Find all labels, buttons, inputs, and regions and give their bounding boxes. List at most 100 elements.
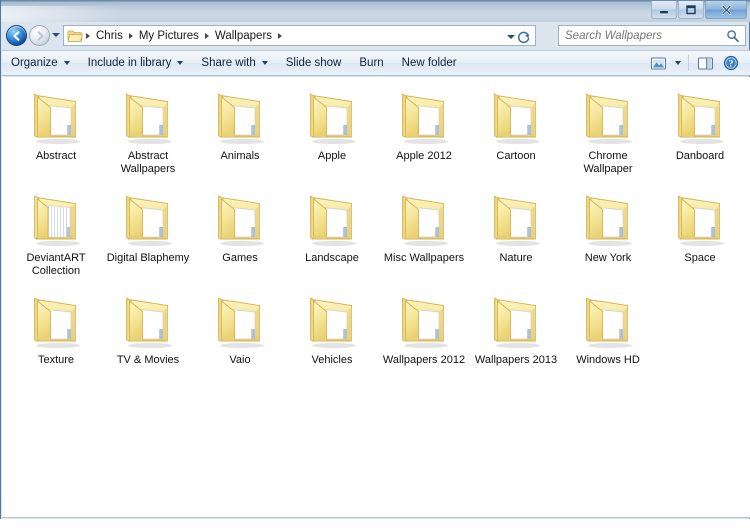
help-icon: ? — [723, 55, 739, 71]
folder-icon — [126, 297, 172, 349]
folder-label: TV & Movies — [116, 354, 180, 366]
maximize-button[interactable] — [678, 1, 704, 19]
search-box[interactable] — [558, 25, 746, 46]
breadcrumb-separator[interactable] — [86, 32, 90, 39]
folder-icon-wrap — [669, 85, 731, 147]
folder-item[interactable]: TV & Movies — [102, 287, 194, 389]
breadcrumb-separator[interactable] — [204, 32, 209, 39]
folder-icon — [218, 195, 264, 247]
folder-icon-wrap — [577, 187, 639, 249]
folder-label: Games — [222, 252, 258, 264]
close-button[interactable] — [705, 1, 747, 19]
folder-icon-wrap — [209, 187, 271, 249]
folder-item[interactable]: Space — [654, 185, 746, 287]
toolbar-item-new-folder[interactable]: New folder — [393, 52, 466, 74]
toolbar-label: Slide show — [285, 57, 342, 69]
folder-icon-wrap — [393, 289, 455, 351]
folder-item[interactable]: Digital Blaphemy — [102, 185, 194, 287]
folder-icon — [310, 93, 356, 145]
folder-item[interactable]: Vehicles — [286, 287, 378, 389]
folder-item[interactable]: Games — [194, 185, 286, 287]
folder-item[interactable]: Animals — [194, 83, 286, 185]
folder-item[interactable]: Cartoon — [470, 83, 562, 185]
folder-label: Wallpapers 2012 — [382, 354, 466, 366]
folder-item[interactable]: Nature — [470, 185, 562, 287]
file-list-view[interactable]: Abstract Abstract Wallpapers Animals App… — [2, 77, 750, 518]
toolbar-item-slide-show[interactable]: Slide show — [277, 52, 351, 74]
folder-item[interactable]: Chrome Wallpaper — [562, 83, 654, 185]
folder-item[interactable]: Landscape — [286, 185, 378, 287]
command-toolbar: Organize Include in library Share with S… — [2, 50, 750, 76]
breadcrumb-separator[interactable] — [128, 32, 133, 39]
folder-item[interactable]: Abstract Wallpapers — [102, 83, 194, 185]
desktop-background — [0, 519, 750, 530]
folder-item[interactable]: Wallpapers 2013 — [470, 287, 562, 389]
toolbar-item-burn[interactable]: Burn — [350, 52, 392, 74]
address-dropdown-icon[interactable] — [507, 35, 515, 39]
toolbar-label: Include in library — [87, 57, 172, 69]
svg-text:?: ? — [729, 60, 734, 70]
folder-label: Wallpapers 2013 — [474, 354, 558, 366]
folder-item[interactable]: Wallpapers 2012 — [378, 287, 470, 389]
folder-icon-wrap — [301, 187, 363, 249]
back-arrow-icon — [12, 30, 19, 41]
folder-icon-wrap — [25, 187, 87, 249]
folder-item[interactable]: Texture — [10, 287, 102, 389]
folder-item[interactable]: DeviantART Collection — [10, 185, 102, 287]
folder-label: Vaio — [229, 354, 251, 366]
help-button[interactable]: ? — [718, 52, 744, 74]
view-dropdown-button[interactable] — [671, 52, 685, 74]
folder-label: New York — [584, 252, 632, 264]
folder-icon — [494, 195, 540, 247]
folder-label: Apple — [317, 150, 347, 162]
folder-icon — [402, 93, 448, 145]
title-bar[interactable] — [1, 0, 750, 22]
folder-icon-wrap — [301, 289, 363, 351]
chevron-down-icon — [177, 61, 184, 65]
toolbar-item-include-in-library[interactable]: Include in library — [79, 52, 193, 74]
folder-icon-stacked — [34, 195, 80, 247]
refresh-button[interactable] — [515, 28, 532, 45]
items-grid: Abstract Abstract Wallpapers Animals App… — [2, 77, 750, 389]
forward-button[interactable] — [29, 25, 50, 46]
folder-icon — [310, 195, 356, 247]
back-button[interactable] — [6, 25, 27, 46]
folder-item[interactable]: Abstract — [10, 83, 102, 185]
breadcrumb-item-my-pictures[interactable]: My Pictures — [135, 28, 203, 44]
breadcrumb-item-wallpapers[interactable]: Wallpapers — [211, 28, 276, 44]
preview-pane-icon — [697, 56, 713, 70]
folder-icon — [402, 195, 448, 247]
maximize-icon — [686, 5, 696, 15]
folder-item[interactable]: Apple 2012 — [378, 83, 470, 185]
folder-icon-wrap — [485, 85, 547, 147]
folder-item[interactable]: Misc Wallpapers — [378, 185, 470, 287]
preview-pane-button[interactable] — [692, 52, 718, 74]
folder-icon — [218, 93, 264, 145]
folder-icon — [494, 93, 540, 145]
recent-pages-dropdown[interactable] — [52, 33, 60, 37]
minimize-button[interactable] — [651, 1, 677, 19]
folder-label: DeviantART Collection — [26, 252, 86, 277]
folder-icon-wrap — [117, 187, 179, 249]
folder-item[interactable]: New York — [562, 185, 654, 287]
chevron-down-icon — [675, 61, 681, 65]
folder-label: Vehicles — [311, 354, 353, 366]
folder-icon — [310, 297, 356, 349]
folder-label: Windows HD — [576, 354, 640, 366]
folder-icon-wrap — [117, 85, 179, 147]
folder-item[interactable]: Apple — [286, 83, 378, 185]
folder-icon — [126, 195, 172, 247]
change-view-button[interactable] — [645, 52, 671, 74]
folder-item[interactable]: Windows HD — [562, 287, 654, 389]
folder-icon-wrap — [209, 85, 271, 147]
folder-label: Misc Wallpapers — [383, 252, 465, 264]
folder-item[interactable]: Danboard — [654, 83, 746, 185]
folder-item[interactable]: Vaio — [194, 287, 286, 389]
toolbar-item-share-with[interactable]: Share with — [192, 52, 276, 74]
breadcrumb-separator[interactable] — [278, 32, 283, 39]
breadcrumb-item-chris[interactable]: Chris — [92, 28, 127, 44]
folder-icon — [126, 93, 172, 145]
toolbar-item-organize[interactable]: Organize — [2, 52, 79, 74]
search-input[interactable] — [559, 29, 726, 42]
address-bar[interactable]: Chris My Pictures Wallpapers — [63, 25, 536, 46]
